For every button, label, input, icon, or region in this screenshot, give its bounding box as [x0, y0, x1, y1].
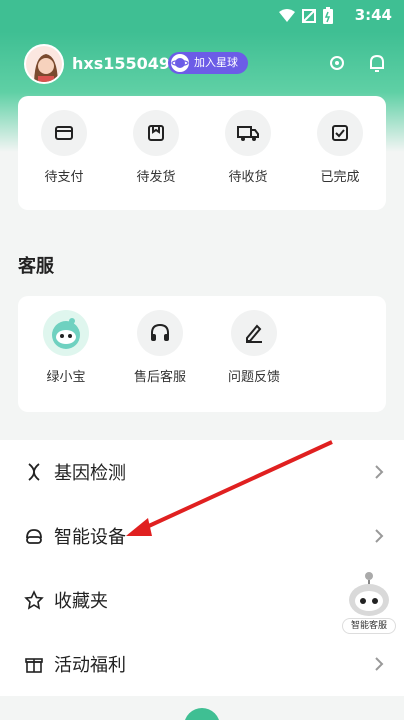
order-pending-shipment[interactable]: 待发货 — [120, 110, 192, 185]
status-time: 3:44 — [354, 6, 392, 24]
wallet-icon — [41, 110, 87, 156]
chevron-right-icon — [375, 465, 384, 479]
order-label: 已完成 — [320, 170, 360, 185]
device-icon — [26, 529, 42, 544]
chevron-right-icon — [375, 529, 384, 543]
service-card: 绿小宝 售后客服 问题反馈 — [18, 296, 386, 412]
chevron-right-icon — [375, 657, 384, 671]
service-section-title: 客服 — [18, 256, 54, 277]
smart-service-label: 智能客服 — [342, 618, 396, 634]
service-item-after-sales[interactable]: 售后客服 — [124, 310, 196, 385]
dna-icon — [28, 463, 40, 481]
menu-label: 收藏夹 — [54, 591, 108, 612]
menu-gene-testing[interactable]: 基因检测 — [0, 440, 404, 504]
wifi-icon — [279, 9, 295, 22]
join-planet-badge[interactable]: 加入星球 — [168, 52, 248, 74]
menu-smart-devices[interactable]: 智能设备 — [0, 504, 404, 568]
order-pending-receipt[interactable]: 待收货 — [212, 110, 284, 185]
menu-promotions[interactable]: 活动福利 — [0, 632, 404, 696]
check-box-icon — [317, 110, 363, 156]
service-label: 问题反馈 — [227, 370, 280, 385]
no-signal-icon — [302, 9, 316, 23]
service-label: 售后客服 — [133, 370, 186, 385]
status-icons — [278, 7, 334, 25]
user-avatar-icon — [26, 46, 62, 82]
orders-card: 待支付 待发货 待收货 已完成 — [18, 96, 386, 210]
menu-label: 基因检测 — [54, 463, 126, 484]
username[interactable]: hxs155049 — [72, 54, 170, 73]
order-completed[interactable]: 已完成 — [304, 110, 376, 185]
order-label: 待支付 — [44, 170, 84, 185]
badge-label: 加入星球 — [194, 56, 238, 69]
service-item-lvxiaobao[interactable]: 绿小宝 — [30, 310, 102, 385]
box-icon — [133, 110, 179, 156]
bell-icon[interactable] — [366, 52, 388, 74]
settings-gear-icon[interactable] — [326, 52, 348, 74]
status-bar: 3:44 — [0, 0, 404, 32]
robot-avatar-icon — [43, 310, 89, 356]
bottom-center-button[interactable] — [184, 708, 220, 720]
pen-icon — [231, 310, 277, 356]
menu-label: 智能设备 — [54, 527, 126, 548]
gift-icon — [25, 658, 43, 673]
avatar[interactable] — [24, 44, 64, 84]
smart-service-float-button[interactable]: 智能客服 — [342, 568, 396, 634]
battery-icon — [323, 7, 333, 24]
service-label: 绿小宝 — [46, 370, 86, 385]
robot-icon — [349, 572, 389, 616]
order-label: 待发货 — [136, 170, 176, 185]
order-pending-payment[interactable]: 待支付 — [28, 110, 100, 185]
menu-label: 活动福利 — [54, 655, 126, 676]
star-icon — [24, 590, 44, 610]
service-item-feedback[interactable]: 问题反馈 — [218, 310, 290, 385]
planet-icon — [171, 54, 189, 72]
truck-icon — [225, 110, 271, 156]
order-label: 待收货 — [228, 170, 268, 185]
headphones-icon — [137, 310, 183, 356]
